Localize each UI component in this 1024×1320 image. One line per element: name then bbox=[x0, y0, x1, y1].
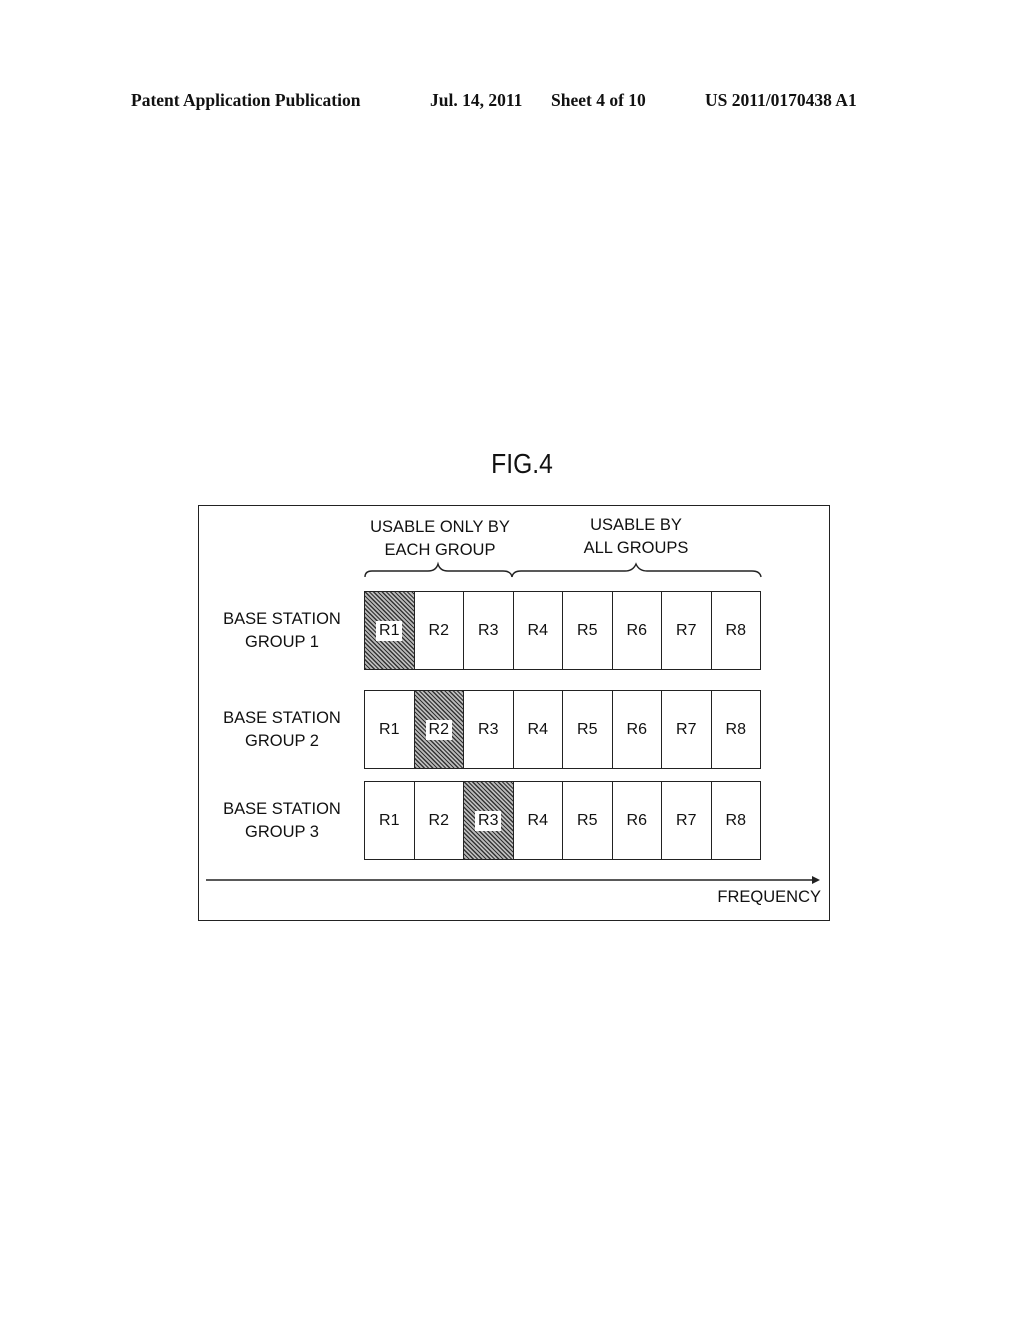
resource-block: R8 bbox=[710, 782, 761, 859]
resource-block: R4 bbox=[512, 691, 563, 768]
resource-block: R8 bbox=[710, 691, 761, 768]
resource-label: R3 bbox=[475, 810, 502, 831]
resource-row: R1 R2 R3 R4 R5 R6 R7 R8 bbox=[364, 591, 761, 670]
resource-row: R1 R2 R3 R4 R5 R6 R7 R8 bbox=[364, 781, 761, 860]
resource-block-exclusive: R3 bbox=[463, 782, 513, 859]
group-label: BASE STATION GROUP 2 bbox=[207, 707, 357, 753]
resource-block-exclusive: R2 bbox=[413, 691, 463, 768]
brace-group bbox=[364, 561, 762, 578]
header-publication: Patent Application Publication bbox=[131, 90, 361, 110]
resource-label: R2 bbox=[428, 811, 449, 829]
resource-label: R8 bbox=[725, 811, 746, 829]
resource-label: R5 bbox=[577, 621, 598, 639]
resource-block: R7 bbox=[661, 592, 711, 669]
resource-block: R6 bbox=[611, 691, 662, 768]
header-patent-number: US 2011/0170438 A1 bbox=[705, 90, 857, 110]
figure-title: FIG.4 bbox=[491, 448, 553, 479]
header-sheet: Sheet 4 of 10 bbox=[551, 90, 646, 110]
resource-block: R2 bbox=[413, 592, 464, 669]
resource-label: R1 bbox=[379, 811, 400, 829]
resource-block: R1 bbox=[365, 691, 414, 768]
caption-line: ALL GROUPS bbox=[583, 539, 689, 557]
resource-block-exclusive: R1 bbox=[365, 592, 414, 669]
group-label: BASE STATION GROUP 1 bbox=[207, 608, 357, 654]
resource-block: R7 bbox=[661, 782, 711, 859]
resource-label: R3 bbox=[478, 621, 499, 639]
caption-line: EACH GROUP bbox=[384, 541, 496, 559]
header-date: Jul. 14, 2011 bbox=[430, 90, 523, 110]
resource-block: R5 bbox=[562, 782, 612, 859]
brace-all-groups bbox=[511, 562, 762, 578]
resource-label: R6 bbox=[626, 621, 647, 639]
resource-block: R5 bbox=[562, 592, 612, 669]
resource-label: R3 bbox=[478, 720, 499, 738]
resource-block: R6 bbox=[611, 782, 662, 859]
group-label: BASE STATION GROUP 3 bbox=[207, 798, 357, 844]
group-label-line: BASE STATION bbox=[223, 610, 341, 628]
resource-label: R2 bbox=[425, 719, 452, 740]
caption-usable-all-groups: USABLE BY ALL GROUPS bbox=[560, 514, 712, 560]
resource-label: R1 bbox=[376, 620, 403, 641]
caption-line: USABLE BY bbox=[590, 516, 682, 534]
brace-each-group bbox=[364, 561, 513, 578]
group-label-line: BASE STATION bbox=[223, 800, 341, 818]
resource-block: R3 bbox=[463, 691, 513, 768]
resource-label: R4 bbox=[527, 811, 548, 829]
group-label-line: BASE STATION bbox=[223, 709, 341, 727]
resource-label: R4 bbox=[527, 720, 548, 738]
resource-label: R7 bbox=[676, 811, 697, 829]
resource-label: R6 bbox=[626, 811, 647, 829]
group-label-line: GROUP 3 bbox=[245, 823, 319, 841]
resource-block: R5 bbox=[562, 691, 612, 768]
resource-label: R7 bbox=[676, 720, 697, 738]
resource-block: R4 bbox=[512, 782, 563, 859]
resource-label: R5 bbox=[577, 720, 598, 738]
group-label-line: GROUP 2 bbox=[245, 732, 319, 750]
resource-block: R8 bbox=[710, 592, 761, 669]
resource-row: R1 R2 R3 R4 R5 R6 R7 R8 bbox=[364, 690, 761, 769]
resource-label: R4 bbox=[527, 621, 548, 639]
group-label-line: GROUP 1 bbox=[245, 633, 319, 651]
caption-usable-each-group: USABLE ONLY BY EACH GROUP bbox=[354, 516, 526, 562]
resource-label: R8 bbox=[725, 621, 746, 639]
resource-block: R3 bbox=[463, 592, 513, 669]
resource-label: R8 bbox=[725, 720, 746, 738]
frequency-axis-arrow bbox=[206, 876, 820, 884]
resource-block: R2 bbox=[413, 782, 464, 859]
resource-block: R7 bbox=[661, 691, 711, 768]
resource-label: R2 bbox=[428, 621, 449, 639]
caption-line: USABLE ONLY BY bbox=[370, 518, 510, 536]
resource-block: R1 bbox=[365, 782, 414, 859]
resource-label: R6 bbox=[626, 720, 647, 738]
resource-label: R7 bbox=[676, 621, 697, 639]
resource-block: R4 bbox=[512, 592, 563, 669]
resource-label: R1 bbox=[379, 720, 400, 738]
resource-label: R5 bbox=[577, 811, 598, 829]
resource-block: R6 bbox=[611, 592, 662, 669]
frequency-axis-label: FREQUENCY bbox=[717, 888, 821, 906]
